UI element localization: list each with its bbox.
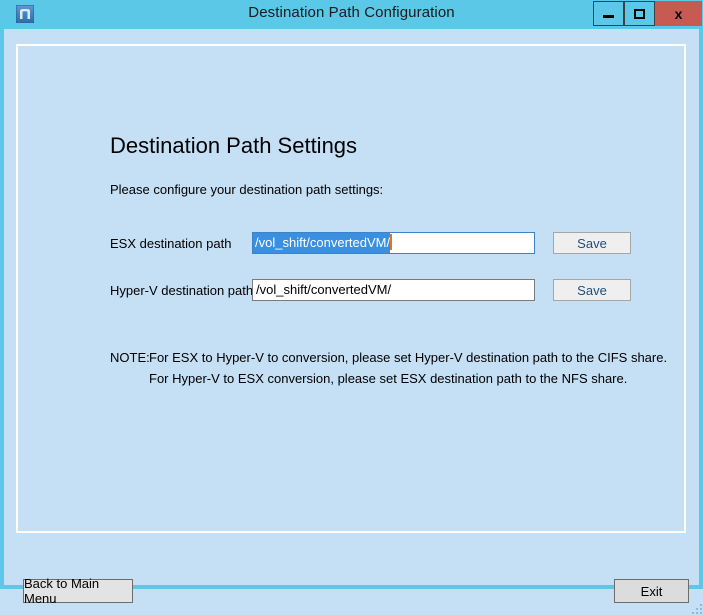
maximize-button[interactable] xyxy=(624,1,655,26)
title-bar[interactable]: Destination Path Configuration x xyxy=(0,0,703,29)
app-icon[interactable] xyxy=(15,4,35,24)
note-line-1: For ESX to Hyper-V to conversion, please… xyxy=(149,350,668,365)
maximize-icon xyxy=(634,8,645,19)
minimize-icon xyxy=(603,14,614,18)
back-to-main-menu-button[interactable]: Back to Main Menu xyxy=(23,576,133,606)
esx-destination-path-input[interactable]: /vol_shift/convertedVM/ xyxy=(252,232,535,254)
hyperv-destination-path-label: Hyper-V destination path xyxy=(110,283,254,298)
save-hyperv-button[interactable]: Save xyxy=(553,279,631,301)
text-caret xyxy=(390,234,393,250)
application-window: Destination Path Configuration x Destina… xyxy=(0,0,703,614)
note-prefix: NOTE: xyxy=(110,350,150,365)
exit-button[interactable]: Exit xyxy=(614,579,689,603)
close-button[interactable]: x xyxy=(655,1,702,26)
note-line-2: For Hyper-V to ESX conversion, please se… xyxy=(149,371,628,386)
page-title: Destination Path Settings xyxy=(110,133,358,158)
esx-destination-path-value: /vol_shift/convertedVM/ xyxy=(253,233,391,253)
client-area: Destination Path Settings Please configu… xyxy=(4,29,702,614)
hyperv-destination-path-value: /vol_shift/convertedVM/ xyxy=(256,282,392,297)
save-esx-button[interactable]: Save xyxy=(553,232,631,254)
minimize-button[interactable] xyxy=(593,1,624,26)
page-subtitle: Please configure your destination path s… xyxy=(110,182,384,197)
resize-grip[interactable] xyxy=(690,602,703,615)
esx-destination-path-label: ESX destination path xyxy=(110,236,232,251)
hyperv-destination-path-input[interactable]: /vol_shift/convertedVM/ xyxy=(252,279,535,301)
